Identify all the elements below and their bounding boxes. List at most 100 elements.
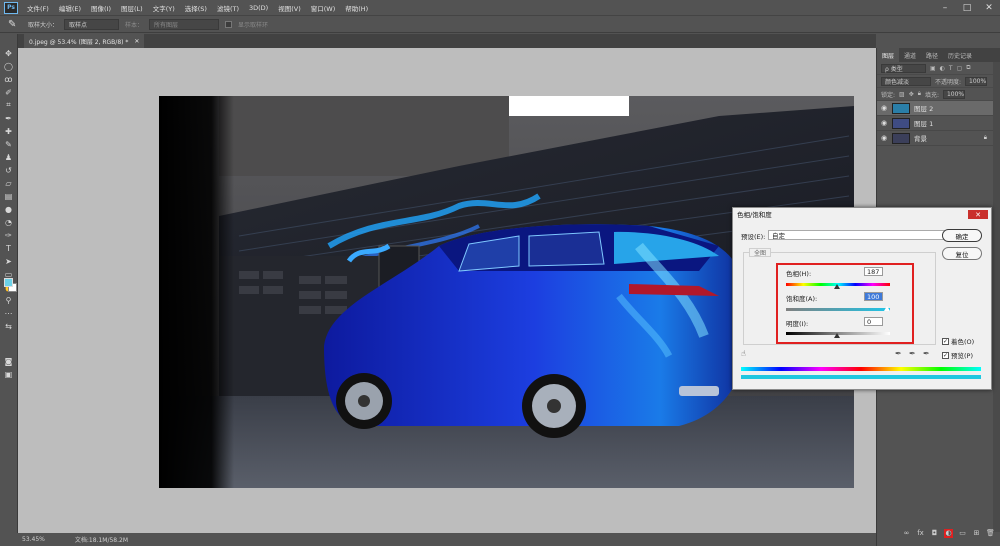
dodge-tool-icon[interactable]: ◔ xyxy=(2,217,16,227)
history-brush-icon[interactable]: ↺ xyxy=(2,165,16,175)
brush-tool-icon[interactable]: ✎ xyxy=(2,139,16,149)
lock-pixels-icon[interactable]: ▨ xyxy=(899,91,905,98)
hue-saturation-dialog: 色相/饱和度 ✕ 预设(E): 自定 ▾ ⚙ 确定 复位 全图 色相(H): 1… xyxy=(732,207,992,390)
menu-edit[interactable]: 编辑(E) xyxy=(54,3,86,13)
channel-select[interactable]: 全图 xyxy=(749,248,772,257)
adjustment-layer-icon[interactable]: ◐ xyxy=(944,528,953,538)
tab-close-icon[interactable]: ✕ xyxy=(134,38,139,45)
healing-brush-icon[interactable]: ✚ xyxy=(2,126,16,136)
maximize-icon[interactable]: □ xyxy=(956,0,978,15)
status-bar: 53.45% 文档:18.1M/58.2M xyxy=(0,533,876,546)
tab-history[interactable]: 历史记录 xyxy=(943,48,977,62)
visibility-eye-icon[interactable]: ◉ xyxy=(880,104,888,112)
preview-checkbox[interactable]: ✓ 预览(P) xyxy=(942,350,973,360)
fill-input[interactable]: 100% xyxy=(942,89,965,99)
menu-select[interactable]: 选择(S) xyxy=(180,3,212,13)
menu-3d[interactable]: 3D(D) xyxy=(244,4,273,12)
layer-style-icon[interactable]: fx xyxy=(916,529,925,538)
menu-layer[interactable]: 图层(L) xyxy=(116,3,148,13)
add-mask-icon[interactable]: ◘ xyxy=(930,529,939,538)
zoom-level[interactable]: 53.45% xyxy=(22,536,45,543)
saturation-input[interactable]: 100 xyxy=(864,292,883,301)
menu-help[interactable]: 帮助(H) xyxy=(340,3,373,13)
blend-row: 颜色减淡 不透明度: 100% xyxy=(877,75,1000,88)
saturation-slider-knob[interactable] xyxy=(884,306,890,311)
new-layer-icon[interactable]: ⊞ xyxy=(972,529,981,538)
menu-view[interactable]: 视图(V) xyxy=(273,3,306,13)
eyedropper-minus-icon[interactable]: ✒ xyxy=(923,349,930,358)
gradient-tool-icon[interactable]: ▤ xyxy=(2,191,16,201)
marquee-tool-icon[interactable]: ◯ xyxy=(2,61,16,71)
saturation-slider-track[interactable] xyxy=(786,308,890,311)
opacity-input[interactable]: 100% xyxy=(965,76,988,86)
options-bar: ✎ 取样大小： 取样点 样本： 所有图层 显示取样环 xyxy=(0,15,1000,33)
layer-filter-select[interactable]: ρ 类型 xyxy=(881,63,926,73)
layer-row-background[interactable]: ◉ 背景 🔒︎ xyxy=(877,131,1000,146)
move-tool-icon[interactable]: ✥ xyxy=(2,48,16,58)
menu-filter[interactable]: 滤镜(T) xyxy=(212,3,244,13)
stamp-tool-icon[interactable]: ♟ xyxy=(2,152,16,162)
layer-thumbnail xyxy=(892,132,910,144)
layer-row-1[interactable]: ◉ 图层 1 xyxy=(877,116,1000,131)
blend-mode-select[interactable]: 颜色减淡 xyxy=(881,76,931,86)
filter-type-icon[interactable]: T xyxy=(949,65,953,72)
blur-tool-icon[interactable]: ● xyxy=(2,204,16,214)
close-icon[interactable]: ✕ xyxy=(978,0,1000,15)
eraser-tool-icon[interactable]: ▱ xyxy=(2,178,16,188)
check-icon: ✓ xyxy=(942,351,949,359)
more-tools-icon[interactable]: ⋯ xyxy=(2,308,16,318)
filter-pixel-icon[interactable]: ▣ xyxy=(930,65,936,72)
lasso-tool-icon[interactable]: ꝏ xyxy=(2,74,16,84)
lightness-slider-knob[interactable] xyxy=(834,333,840,338)
target-adjust-hand-icon[interactable]: ☝ xyxy=(741,349,746,358)
preset-select[interactable]: 自定 ▾ xyxy=(768,230,949,240)
tab-layers[interactable]: 图层 xyxy=(877,48,900,62)
tab-channels[interactable]: 通道 xyxy=(899,48,921,62)
new-group-icon[interactable]: ▭ xyxy=(958,529,967,538)
minimize-icon[interactable]: – xyxy=(934,0,956,15)
default-colors-icon[interactable]: ⇆ xyxy=(2,321,16,331)
filter-adjust-icon[interactable]: ◐ xyxy=(940,65,945,72)
show-ring-checkbox[interactable] xyxy=(225,20,233,28)
type-tool-icon[interactable]: T xyxy=(2,243,16,253)
hue-slider-knob[interactable] xyxy=(834,284,840,289)
eyedropper-plus-icon[interactable]: ✒ xyxy=(909,349,916,358)
menu-file[interactable]: 文件(F) xyxy=(22,3,54,13)
lock-position-icon[interactable]: ✥ xyxy=(909,91,914,98)
lightness-input[interactable]: 0 xyxy=(864,317,883,326)
link-layers-icon[interactable]: ∞ xyxy=(902,529,911,538)
delete-layer-icon[interactable]: 🗑︎ xyxy=(986,529,995,538)
colorize-checkbox[interactable]: ✓ 着色(O) xyxy=(942,336,974,346)
hue-input[interactable]: 187 xyxy=(864,267,883,276)
pen-tool-icon[interactable]: ✑ xyxy=(2,230,16,240)
menu-window[interactable]: 窗口(W) xyxy=(306,3,341,13)
lock-all-icon[interactable]: 🔒︎ xyxy=(918,90,921,98)
eyedropper-icon[interactable]: ✒ xyxy=(2,113,16,123)
crop-tool-icon[interactable]: ⌗ xyxy=(2,100,16,110)
lock-row: 锁定: ▨ ✥ 🔒︎ 填充: 100% xyxy=(877,88,1000,101)
zoom-tool-icon[interactable]: ⚲ xyxy=(2,295,16,305)
reset-button[interactable]: 复位 xyxy=(942,247,982,260)
filter-shape-icon[interactable]: ▢ xyxy=(957,65,963,72)
sample-select[interactable]: 所有图层 xyxy=(149,18,220,30)
sample-size-select[interactable]: 取样点 xyxy=(64,18,120,30)
visibility-eye-icon[interactable]: ◉ xyxy=(880,119,888,127)
document-tab[interactable]: 0.jpeg @ 53.4% (图层 2, RGB/8) * ✕ xyxy=(24,34,144,48)
eyedropper-tool-icon[interactable]: ✎ xyxy=(8,19,22,30)
quick-mask-icon[interactable]: ◙ xyxy=(2,356,16,366)
eyedropper-icon[interactable]: ✒ xyxy=(895,349,902,358)
screen-mode-icon[interactable]: ▣ xyxy=(2,369,16,379)
dialog-close-icon[interactable]: ✕ xyxy=(968,210,988,219)
menu-type[interactable]: 文字(Y) xyxy=(148,3,180,13)
layer-row-2[interactable]: ◉ 图层 2 xyxy=(877,101,1000,116)
path-select-icon[interactable]: ➤ xyxy=(2,256,16,266)
layer-name: 图层 2 xyxy=(914,105,934,113)
menu-image[interactable]: 图像(I) xyxy=(86,3,116,13)
quick-select-tool-icon[interactable]: ✐ xyxy=(2,87,16,97)
layers-scrollbar[interactable] xyxy=(993,62,1000,532)
visibility-eye-icon[interactable]: ◉ xyxy=(880,134,888,142)
foreground-color-swatch[interactable] xyxy=(4,278,13,287)
filter-smart-icon[interactable]: ⧉ xyxy=(966,64,970,72)
tab-paths[interactable]: 路径 xyxy=(921,48,943,62)
ok-button[interactable]: 确定 xyxy=(942,229,982,242)
